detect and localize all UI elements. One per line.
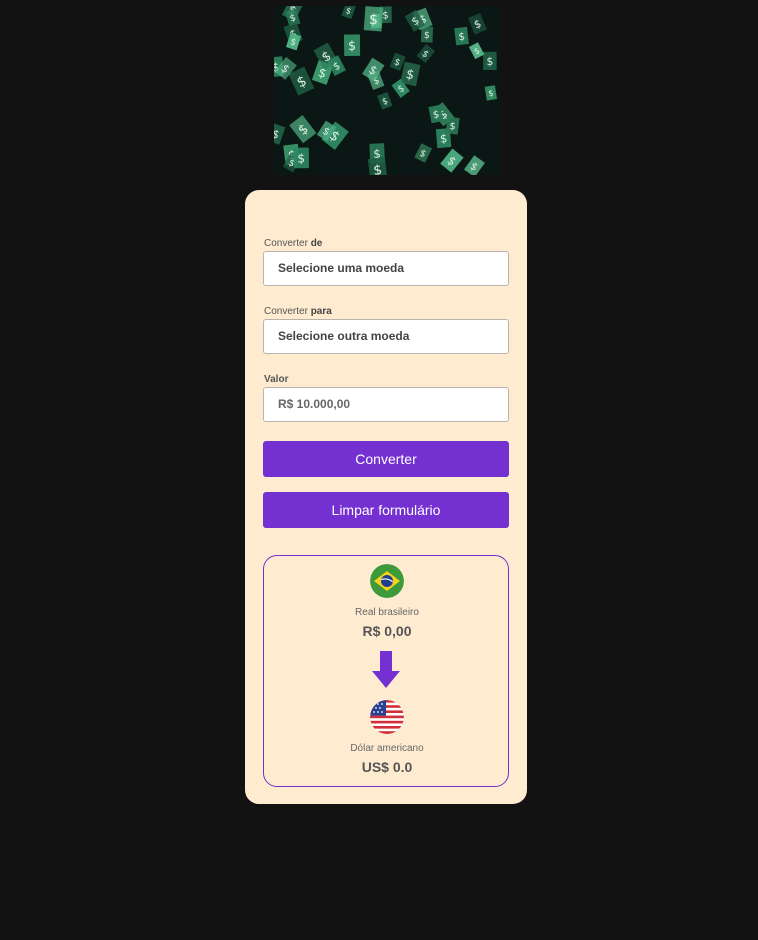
svg-text:$: $ bbox=[486, 55, 493, 68]
to-label-bold: para bbox=[310, 306, 332, 317]
banknote-shape: $ bbox=[367, 156, 388, 175]
banknote-shape: $ bbox=[414, 143, 433, 163]
banknote-shape: $ bbox=[454, 26, 469, 46]
banknote-shape: $ bbox=[483, 51, 497, 71]
brazil-flag-icon bbox=[370, 564, 404, 598]
svg-text:$: $ bbox=[458, 32, 466, 44]
banknote-shape: $ bbox=[445, 116, 460, 135]
banknote-shape: $ bbox=[440, 148, 464, 173]
banknote-shape: $ bbox=[400, 61, 421, 87]
svg-text:$: $ bbox=[368, 12, 378, 29]
banknote-shape: $ bbox=[377, 91, 393, 110]
conversion-result-box: Real brasileiro R$ 0,00 Dólar americano … bbox=[263, 555, 509, 787]
banknote-shape: $ bbox=[389, 52, 406, 71]
banknote-shape: $ bbox=[416, 43, 436, 63]
svg-text:$: $ bbox=[348, 38, 356, 53]
to-label-prefix: Converter bbox=[264, 306, 311, 317]
svg-text:$: $ bbox=[424, 30, 430, 41]
banknote-shape: $ bbox=[468, 42, 485, 60]
banknote-shape: $ bbox=[343, 34, 361, 56]
svg-text:$: $ bbox=[382, 10, 388, 21]
svg-text:$: $ bbox=[449, 121, 456, 133]
amount-input[interactable]: R$ 10.000,00 bbox=[263, 387, 509, 422]
convert-button[interactable]: Converter bbox=[263, 441, 509, 477]
arrow-down-icon bbox=[371, 651, 401, 689]
banknote-shape: $ bbox=[463, 155, 485, 175]
banknote-shape: $ bbox=[467, 12, 487, 35]
banknote-shape: $ bbox=[420, 26, 434, 43]
banknote-shape: $ bbox=[341, 6, 357, 20]
amount-label: Valor bbox=[264, 374, 289, 385]
clear-form-button[interactable]: Limpar formulário bbox=[263, 492, 509, 528]
to-currency-select[interactable]: Selecione outra moeda bbox=[263, 319, 509, 354]
banknote-shape: $ bbox=[484, 85, 498, 101]
banknote-shape: $ bbox=[293, 147, 309, 169]
banknote-shape: $ bbox=[274, 122, 286, 145]
from-currency-value: R$ 0,00 bbox=[362, 623, 412, 639]
svg-text:$: $ bbox=[440, 132, 448, 146]
to-currency-name: Dólar americano bbox=[350, 743, 424, 754]
from-currency-name: Real brasileiro bbox=[355, 607, 419, 618]
from-label-prefix: Converter bbox=[264, 238, 311, 249]
banknote-shape: $ bbox=[363, 6, 384, 32]
converter-card: Converter de Selecione uma moeda Convert… bbox=[245, 190, 527, 804]
money-rain-banner-image: $ $ $ $ $ $ $ $ $ $ $ $ $ $ $ $ $ $ $ $ $ $ $ $ $ $ $ $ $ $ $ $ $ $ $ $ $ $ $ $… bbox=[274, 6, 500, 175]
to-currency-label: Converter para bbox=[264, 306, 332, 317]
currency-converter-page: $ $ $ $ $ $ $ $ $ $ $ $ $ $ $ $ $ $ $ $ $ $ $ $ $ $ $ $ $ $ $ $ $ $ $ $ $ $ $ $… bbox=[0, 0, 758, 940]
from-currency-label: Converter de bbox=[264, 238, 322, 249]
usa-flag-icon bbox=[370, 700, 404, 734]
from-currency-select[interactable]: Selecione uma moeda bbox=[263, 251, 509, 286]
from-label-bold: de bbox=[310, 238, 323, 249]
banknote-shape: $ bbox=[289, 115, 317, 144]
svg-text:$: $ bbox=[297, 151, 305, 165]
to-currency-value: US$ 0.0 bbox=[361, 759, 413, 775]
